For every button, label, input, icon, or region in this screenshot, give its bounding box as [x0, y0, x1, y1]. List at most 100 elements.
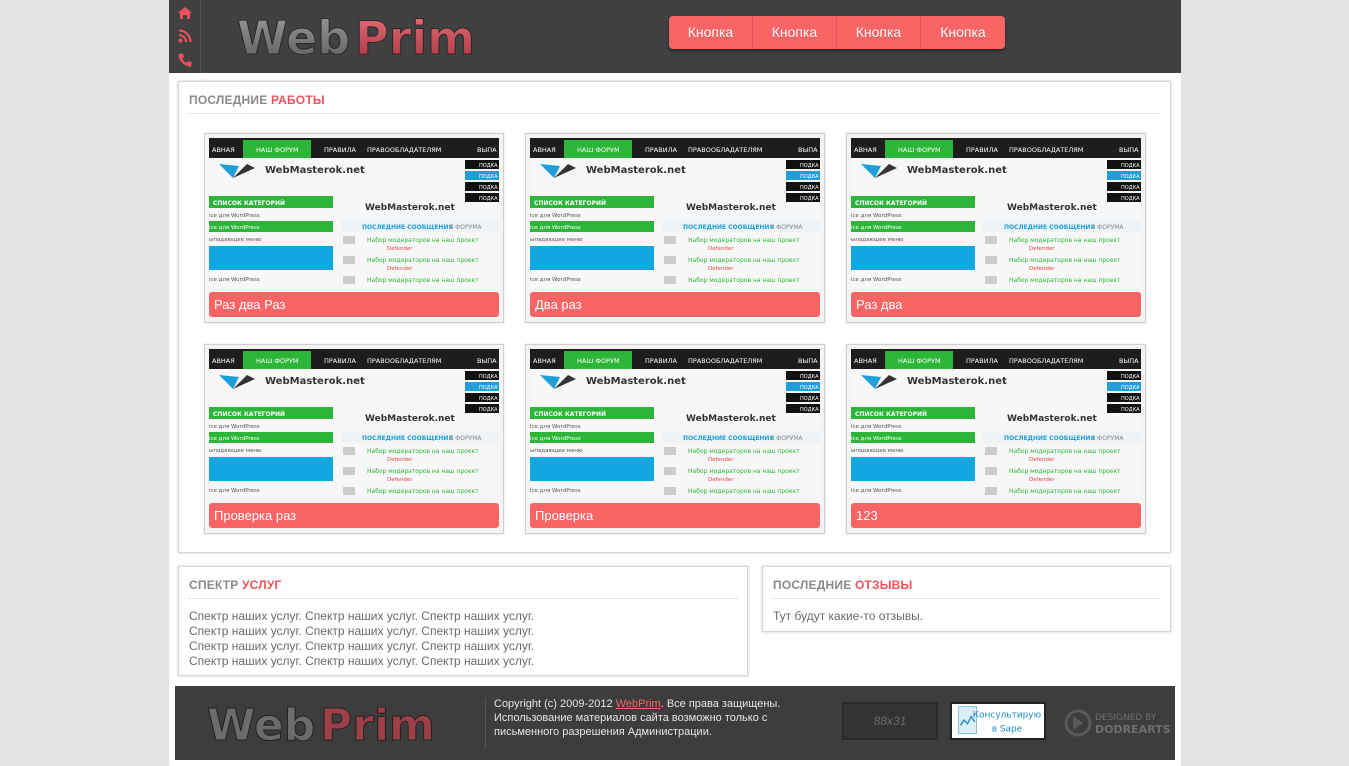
svg-text:Набор модераторов на наш проек: Набор модераторов на наш проект: [688, 277, 800, 284]
svg-text:ПРАВООБЛАДАТЕЛЯМ: ПРАВООБЛАДАТЕЛЯМ: [367, 146, 441, 154]
work-thumbnail-frame[interactable]: АВНАЯ НАШ ФОРУМ ПРАВИЛА ПРАВООБЛАДАТЕЛЯМ…: [530, 349, 820, 501]
svg-text:АВНАЯ: АВНАЯ: [854, 146, 877, 154]
work-card[interactable]: АВНАЯ НАШ ФОРУМ ПРАВИЛА ПРАВООБЛАДАТЕЛЯМ…: [204, 344, 504, 534]
svg-text:Defender: Defender: [1029, 266, 1055, 272]
svg-text:ПОДКА: ПОДКА: [479, 407, 498, 413]
svg-text:ПОДКА: ПОДКА: [479, 196, 498, 202]
nav-button-3[interactable]: Кнопка: [837, 16, 921, 49]
svg-text:Набор модераторов на наш проек: Набор модераторов на наш проект: [1009, 448, 1121, 455]
home-icon[interactable]: [177, 5, 193, 21]
work-card[interactable]: АВНАЯ НАШ ФОРУМ ПРАВИЛА ПРАВООБЛАДАТЕЛЯМ…: [846, 133, 1146, 323]
work-card-label[interactable]: Проверка: [530, 503, 820, 528]
svg-text:ice для WordPress: ice для WordPress: [530, 488, 581, 494]
svg-text:ВЫПА: ВЫПА: [1119, 146, 1139, 154]
svg-text:ice для WordPress: ice для WordPress: [851, 277, 902, 283]
svg-text:ВЫПА: ВЫПА: [798, 146, 818, 154]
svg-text:ice для WordPress: ice для WordPress: [530, 424, 581, 430]
work-card[interactable]: АВНАЯ НАШ ФОРУМ ПРАВИЛА ПРАВООБЛАДАТЕЛЯМ…: [525, 133, 825, 323]
svg-text:ПОСЛЕДНИЕ СООБЩЕНИЯ: ПОСЛЕДНИЕ СООБЩЕНИЯ: [683, 224, 774, 231]
designed-by-badge[interactable]: DESIGNED BY DODREARTS: [1063, 708, 1175, 738]
svg-text:ПОДКА: ПОДКА: [1121, 374, 1140, 380]
svg-text:WebMasterok.net: WebMasterok.net: [686, 203, 776, 213]
reviews-title: ПОСЛЕДНИЕ ОТЗЫВЫ: [773, 578, 913, 592]
svg-text:WebMasterok.net: WebMasterok.net: [1007, 203, 1097, 213]
svg-text:АВНАЯ: АВНАЯ: [533, 357, 556, 365]
svg-text:Набор модераторов на наш проек: Набор модераторов на наш проект: [367, 448, 479, 455]
svg-text:АВНАЯ: АВНАЯ: [212, 357, 235, 365]
svg-text:АВНАЯ: АВНАЯ: [854, 357, 877, 365]
svg-text:ПОДКА: ПОДКА: [800, 385, 819, 391]
svg-text:ПРАВИЛА: ПРАВИЛА: [966, 146, 998, 154]
svg-text:ыпадающее меню: ыпадающее меню: [209, 448, 262, 454]
work-card-label[interactable]: Раз два Раз: [209, 292, 499, 317]
footer-logo[interactable]: Web Prim: [207, 696, 447, 752]
svg-text:ыпадающее меню: ыпадающее меню: [851, 448, 904, 454]
svg-text:Набор модераторов на наш проек: Набор модераторов на наш проект: [367, 257, 479, 264]
work-card[interactable]: АВНАЯ НАШ ФОРУМ ПРАВИЛА ПРАВООБЛАДАТЕЛЯМ…: [204, 133, 504, 323]
top-nav: Кнопка Кнопка Кнопка Кнопка: [669, 16, 1005, 49]
svg-text:Defender: Defender: [1029, 477, 1055, 483]
work-card-label[interactable]: Два раз: [530, 292, 820, 317]
svg-text:ice для WordPress: ice для WordPress: [209, 213, 260, 219]
svg-text:ПОДКА: ПОДКА: [479, 185, 498, 191]
nav-button-1[interactable]: Кнопка: [669, 16, 753, 49]
svg-text:WebMasterok.net: WebMasterok.net: [1007, 414, 1097, 424]
svg-text:Набор модераторов на наш проек: Набор модераторов на наш проект: [367, 237, 479, 244]
footer-webprim-link[interactable]: WebPrim: [616, 698, 661, 710]
phone-icon[interactable]: [177, 52, 193, 68]
latest-works-box: ПОСЛЕДНИЕ РАБОТЫ АВНАЯ НАШ ФОРУМ ПРАВИЛА…: [178, 81, 1171, 553]
svg-text:ПРАВООБЛАДАТЕЛЯМ: ПРАВООБЛАДАТЕЛЯМ: [688, 357, 762, 365]
work-card-label[interactable]: Проверка раз: [209, 503, 499, 528]
svg-text:ice для WordPress: ice для WordPress: [851, 488, 902, 494]
services-title: СПЕКТР УСЛУГ: [189, 578, 282, 592]
services-box: СПЕКТР УСЛУГ Спектр наших услуг. Спектр …: [178, 566, 748, 676]
svg-text:Набор модераторов на наш проек: Набор модераторов на наш проект: [367, 488, 479, 495]
work-card-label[interactable]: Раз два: [851, 292, 1141, 317]
svg-text:Defender: Defender: [1029, 457, 1055, 463]
sape-badge[interactable]: Консультирую в Sape: [950, 702, 1046, 740]
svg-text:ПОДКА: ПОДКА: [800, 174, 819, 180]
nav-button-2[interactable]: Кнопка: [753, 16, 837, 49]
svg-text:ПОДКА: ПОДКА: [800, 374, 819, 380]
svg-text:DESIGNED BY: DESIGNED BY: [1095, 713, 1157, 723]
work-thumbnail-frame[interactable]: АВНАЯ НАШ ФОРУМ ПРАВИЛА ПРАВООБЛАДАТЕЛЯМ…: [209, 138, 499, 290]
svg-text:Набор модераторов на наш проек: Набор модераторов на наш проект: [1009, 237, 1121, 244]
svg-text:АВНАЯ: АВНАЯ: [212, 146, 235, 154]
svg-text:Defender: Defender: [708, 477, 734, 483]
svg-text:СПИСОК КАТЕГОРИЙ: СПИСОК КАТЕГОРИЙ: [534, 410, 606, 418]
svg-text:С ФОРУМА: С ФОРУМА: [449, 224, 482, 231]
work-thumbnail-frame[interactable]: АВНАЯ НАШ ФОРУМ ПРАВИЛА ПРАВООБЛАДАТЕЛЯМ…: [851, 138, 1141, 290]
svg-text:ПРАВООБЛАДАТЕЛЯМ: ПРАВООБЛАДАТЕЛЯМ: [688, 146, 762, 154]
svg-text:Набор модераторов на наш проек: Набор модераторов на наш проект: [688, 237, 800, 244]
work-card-label[interactable]: 123: [851, 503, 1141, 528]
work-thumbnail-frame[interactable]: АВНАЯ НАШ ФОРУМ ПРАВИЛА ПРАВООБЛАДАТЕЛЯМ…: [851, 349, 1141, 501]
svg-text:Набор модераторов на наш проек: Набор модераторов на наш проект: [688, 448, 800, 455]
work-card[interactable]: АВНАЯ НАШ ФОРУМ ПРАВИЛА ПРАВООБЛАДАТЕЛЯМ…: [846, 344, 1146, 534]
svg-text:ПОДКА: ПОДКА: [1121, 163, 1140, 169]
site-logo[interactable]: Web Prim: [235, 8, 485, 66]
svg-text:ПОДКА: ПОДКА: [800, 163, 819, 169]
svg-text:ПОДКА: ПОДКА: [1121, 385, 1140, 391]
svg-text:ПРАВИЛА: ПРАВИЛА: [324, 357, 356, 365]
svg-text:Defender: Defender: [387, 246, 413, 252]
svg-text:DODREARTS: DODREARTS: [1095, 723, 1171, 736]
svg-text:ПОДКА: ПОДКА: [1121, 196, 1140, 202]
rss-icon[interactable]: [177, 28, 193, 44]
svg-text:ice для WordPress: ice для WordPress: [530, 213, 581, 219]
work-thumbnail-frame[interactable]: АВНАЯ НАШ ФОРУМ ПРАВИЛА ПРАВООБЛАДАТЕЛЯМ…: [209, 349, 499, 501]
svg-text:ПРАВООБЛАДАТЕЛЯМ: ПРАВООБЛАДАТЕЛЯМ: [1009, 146, 1083, 154]
svg-text:АВНАЯ: АВНАЯ: [533, 146, 556, 154]
svg-text:WebMasterok.net: WebMasterok.net: [907, 165, 1007, 176]
svg-text:ПОДКА: ПОДКА: [1121, 407, 1140, 413]
svg-text:СПИСОК КАТЕГОРИЙ: СПИСОК КАТЕГОРИЙ: [855, 199, 927, 207]
counter-badge[interactable]: 88x31: [842, 702, 938, 740]
reviews-text: Тут будут какие-то отзывы.: [773, 609, 924, 623]
svg-text:ice для WordPress: ice для WordPress: [530, 277, 581, 283]
svg-text:Набор модераторов на наш проек: Набор модераторов на наш проект: [1009, 488, 1121, 495]
work-card[interactable]: АВНАЯ НАШ ФОРУМ ПРАВИЛА ПРАВООБЛАДАТЕЛЯМ…: [525, 344, 825, 534]
svg-text:ice для WordPress: ice для WordPress: [530, 436, 581, 442]
svg-text:ПОДКА: ПОДКА: [800, 396, 819, 402]
nav-button-4[interactable]: Кнопка: [921, 16, 1005, 49]
work-thumbnail-frame[interactable]: АВНАЯ НАШ ФОРУМ ПРАВИЛА ПРАВООБЛАДАТЕЛЯМ…: [530, 138, 820, 290]
svg-text:ПОДКА: ПОДКА: [1121, 185, 1140, 191]
